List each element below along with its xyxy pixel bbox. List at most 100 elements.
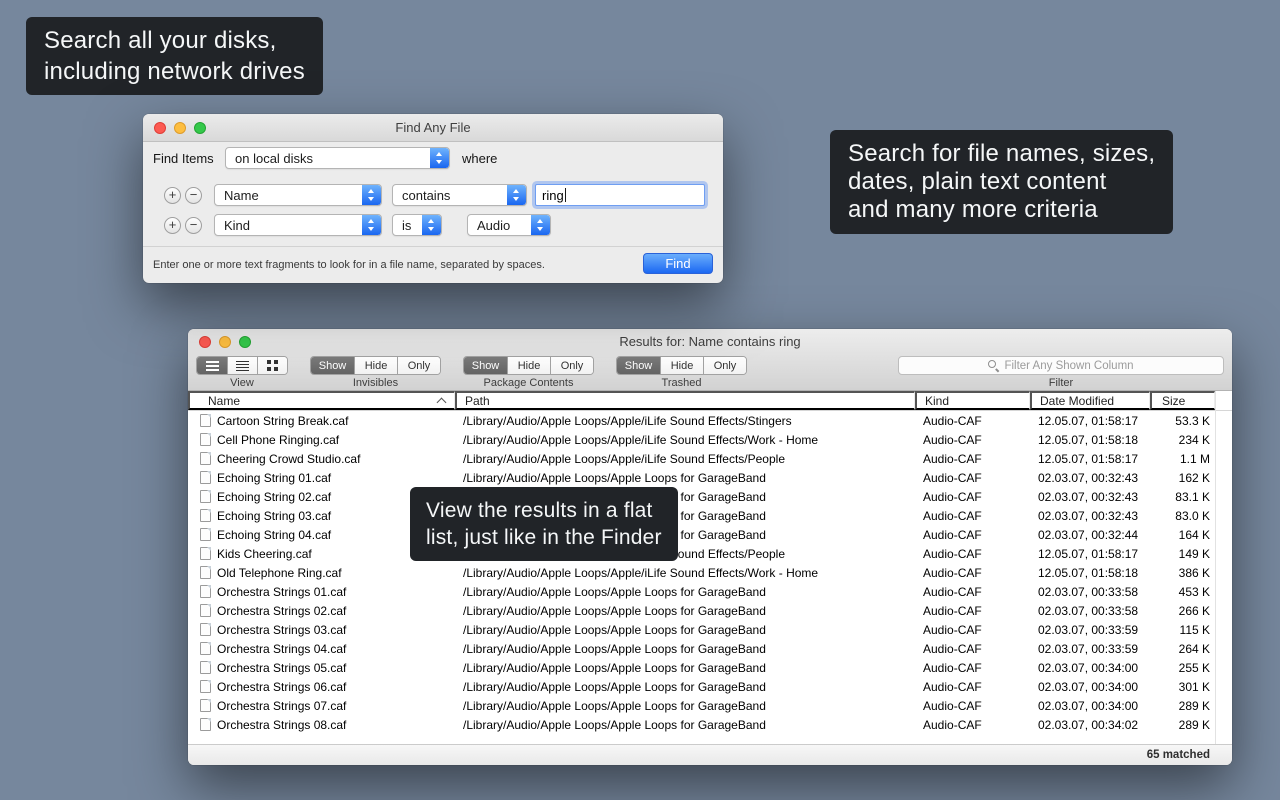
- file-kind: Audio-CAF: [923, 414, 982, 428]
- segment-hide-button[interactable]: Hide: [660, 357, 703, 374]
- table-row[interactable]: Cartoon String Break.caf /Library/Audio/…: [188, 411, 1232, 430]
- remove-criterion-button[interactable]: −: [185, 217, 202, 234]
- detail-list-view-button[interactable]: [227, 357, 257, 374]
- table-row[interactable]: Orchestra Strings 03.caf /Library/Audio/…: [188, 620, 1232, 639]
- minimize-button[interactable]: [174, 122, 186, 134]
- segment-only-button[interactable]: Only: [397, 357, 440, 374]
- cell-date-modified: 02.03.07, 00:32:43: [1030, 471, 1150, 485]
- segment-show-button[interactable]: Show: [617, 357, 660, 374]
- cell-kind: Audio-CAF: [915, 547, 1030, 561]
- table-row[interactable]: Orchestra Strings 07.caf /Library/Audio/…: [188, 696, 1232, 715]
- table-row[interactable]: Echoing String 04.caf /Library/Audio/App…: [188, 525, 1232, 544]
- zoom-button[interactable]: [194, 122, 206, 134]
- popup-arrows-icon: [422, 215, 441, 235]
- table-row[interactable]: Old Telephone Ring.caf /Library/Audio/Ap…: [188, 563, 1232, 582]
- table-row[interactable]: Orchestra Strings 01.caf /Library/Audio/…: [188, 582, 1232, 601]
- file-name: Orchestra Strings 04.caf: [217, 642, 346, 656]
- results-titlebar[interactable]: Results for: Name contains ring: [188, 329, 1232, 354]
- operator-popup[interactable]: is: [392, 214, 442, 236]
- segment-hide-button[interactable]: Hide: [354, 357, 397, 374]
- segment-hide-button[interactable]: Hide: [507, 357, 550, 374]
- segment-show-button[interactable]: Show: [464, 357, 507, 374]
- table-row[interactable]: Kids Cheering.caf /Library/Audio/Apple L…: [188, 544, 1232, 563]
- file-date-modified: 02.03.07, 00:34:02: [1038, 718, 1138, 732]
- table-row[interactable]: Orchestra Strings 08.caf /Library/Audio/…: [188, 715, 1232, 734]
- attribute-popup[interactable]: Kind: [214, 214, 382, 236]
- cell-name: Orchestra Strings 07.caf: [188, 696, 455, 715]
- minimize-button[interactable]: [219, 336, 231, 348]
- column-header-date-modified[interactable]: Date Modified: [1030, 391, 1150, 410]
- table-row[interactable]: Orchestra Strings 04.caf /Library/Audio/…: [188, 639, 1232, 658]
- file-name: Echoing String 04.caf: [217, 528, 331, 542]
- file-name: Orchestra Strings 07.caf: [217, 699, 346, 713]
- file-date-modified: 02.03.07, 00:33:58: [1038, 604, 1138, 618]
- file-name: Echoing String 01.caf: [217, 471, 331, 485]
- cell-kind: Audio-CAF: [915, 471, 1030, 485]
- cell-path: /Library/Audio/Apple Loops/Apple Loops f…: [455, 661, 915, 675]
- table-row[interactable]: Echoing String 01.caf /Library/Audio/App…: [188, 468, 1232, 487]
- popup-arrows-icon: [531, 215, 550, 235]
- table-row[interactable]: Orchestra Strings 05.caf /Library/Audio/…: [188, 658, 1232, 677]
- column-header-gutter: [1215, 391, 1232, 410]
- attribute-popup[interactable]: Name: [214, 184, 382, 206]
- file-kind: Audio-CAF: [923, 566, 982, 580]
- file-name: Cartoon String Break.caf: [217, 414, 348, 428]
- remove-criterion-button[interactable]: −: [185, 187, 202, 204]
- file-name: Echoing String 03.caf: [217, 509, 331, 523]
- cell-size: 1.1 M: [1150, 452, 1215, 466]
- segment-only-button[interactable]: Only: [703, 357, 746, 374]
- add-criterion-button[interactable]: +: [164, 217, 181, 234]
- cell-date-modified: 12.05.07, 01:58:17: [1030, 414, 1150, 428]
- file-date-modified: 12.05.07, 01:58:18: [1038, 433, 1138, 447]
- cell-size: 115 K: [1150, 623, 1215, 637]
- column-header-name[interactable]: Name: [188, 391, 455, 410]
- search-term-input[interactable]: ring: [535, 184, 705, 206]
- table-row[interactable]: Echoing String 03.caf /Library/Audio/App…: [188, 506, 1232, 525]
- segment-only-button[interactable]: Only: [550, 357, 593, 374]
- popup-arrows-icon: [430, 148, 449, 168]
- operator-popup[interactable]: contains: [392, 184, 527, 206]
- grid-view-button[interactable]: [257, 357, 287, 374]
- table-row[interactable]: Echoing String 02.caf /Library/Audio/App…: [188, 487, 1232, 506]
- cell-kind: Audio-CAF: [915, 642, 1030, 656]
- table-row[interactable]: Cell Phone Ringing.caf /Library/Audio/Ap…: [188, 430, 1232, 449]
- file-kind: Audio-CAF: [923, 452, 982, 466]
- scope-popup[interactable]: on local disks: [225, 147, 450, 169]
- view-label: View: [230, 377, 254, 389]
- find-button[interactable]: Find: [643, 253, 713, 274]
- file-size: 266 K: [1179, 604, 1210, 618]
- add-criterion-button[interactable]: +: [164, 187, 181, 204]
- popup-value: Audio: [477, 218, 510, 233]
- segment-show-button[interactable]: Show: [311, 357, 354, 374]
- popup-arrows-icon: [362, 185, 381, 205]
- zoom-button[interactable]: [239, 336, 251, 348]
- segment-groups: ShowHideOnly Invisibles ShowHideOnly Pac…: [310, 356, 747, 389]
- cell-date-modified: 02.03.07, 00:33:58: [1030, 604, 1150, 618]
- close-button[interactable]: [199, 336, 211, 348]
- column-header-size[interactable]: Size: [1150, 391, 1215, 410]
- table-row[interactable]: Orchestra Strings 02.caf /Library/Audio/…: [188, 601, 1232, 620]
- cell-kind: Audio-CAF: [915, 699, 1030, 713]
- cell-kind: Audio-CAF: [915, 490, 1030, 504]
- cell-date-modified: 02.03.07, 00:33:58: [1030, 585, 1150, 599]
- file-name: Cheering Crowd Studio.caf: [217, 452, 360, 466]
- file-date-modified: 02.03.07, 00:34:00: [1038, 699, 1138, 713]
- table-row[interactable]: Orchestra Strings 06.caf /Library/Audio/…: [188, 677, 1232, 696]
- cell-date-modified: 02.03.07, 00:32:43: [1030, 490, 1150, 504]
- cell-size: 266 K: [1150, 604, 1215, 618]
- cell-size: 289 K: [1150, 718, 1215, 732]
- flat-list-view-button[interactable]: [197, 357, 227, 374]
- close-button[interactable]: [154, 122, 166, 134]
- file-icon: [200, 623, 211, 636]
- file-icon: [200, 528, 211, 541]
- segmented-group-label: Package Contents: [484, 377, 574, 389]
- cell-name: Orchestra Strings 02.caf: [188, 601, 455, 620]
- table-row[interactable]: Cheering Crowd Studio.caf /Library/Audio…: [188, 449, 1232, 468]
- column-header-path[interactable]: Path: [455, 391, 915, 410]
- file-size: 1.1 M: [1180, 452, 1210, 466]
- filter-input[interactable]: Filter Any Shown Column: [898, 356, 1224, 375]
- column-header-kind[interactable]: Kind: [915, 391, 1030, 410]
- find-window-titlebar[interactable]: Find Any File: [143, 114, 723, 142]
- segmented-control: ShowHideOnly: [310, 356, 441, 375]
- value-popup[interactable]: Audio: [467, 214, 551, 236]
